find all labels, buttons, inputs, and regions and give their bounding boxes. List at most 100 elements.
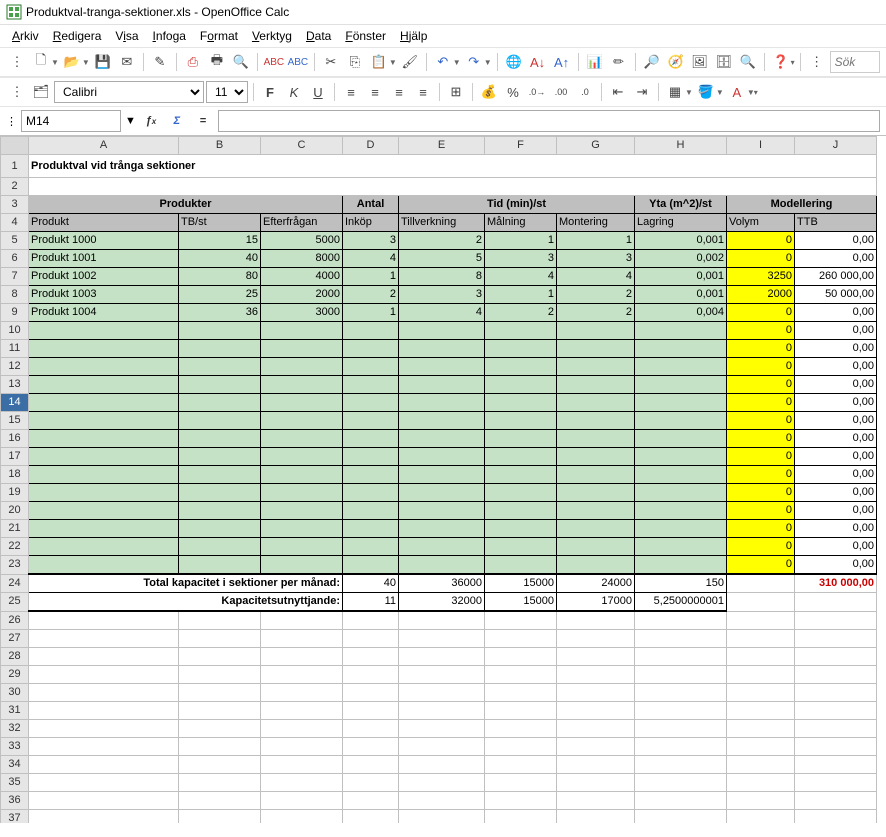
cell[interactable] — [557, 484, 635, 502]
copy-button[interactable]: ⎘ — [344, 51, 366, 73]
cell[interactable] — [343, 520, 399, 538]
cell[interactable] — [399, 737, 485, 755]
cell[interactable]: 0 — [727, 412, 795, 430]
cell[interactable] — [635, 556, 727, 575]
cell[interactable] — [343, 791, 399, 809]
cell[interactable]: 3 — [343, 232, 399, 250]
print-preview-button[interactable]: 🔍 — [230, 51, 252, 73]
menu-format[interactable]: Format — [194, 27, 244, 45]
row-header[interactable]: 4 — [1, 214, 29, 232]
cell[interactable]: 0 — [727, 466, 795, 484]
cell[interactable] — [635, 683, 727, 701]
spellcheck-button[interactable]: ABC — [263, 51, 285, 73]
cell[interactable] — [399, 791, 485, 809]
cell[interactable] — [485, 737, 557, 755]
cell[interactable] — [179, 502, 261, 520]
cell[interactable] — [795, 791, 877, 809]
cell[interactable] — [635, 520, 727, 538]
cell[interactable] — [795, 629, 877, 647]
remove-decimal-button[interactable]: .00 — [550, 81, 572, 103]
cell[interactable] — [399, 430, 485, 448]
sub-header[interactable]: Tillverkning — [399, 214, 485, 232]
cell[interactable]: 0 — [727, 304, 795, 322]
cell[interactable] — [261, 448, 343, 466]
sub-header[interactable]: TTB — [795, 214, 877, 232]
cell[interactable] — [635, 466, 727, 484]
sub-header[interactable]: Produkt — [29, 214, 179, 232]
cell[interactable] — [485, 340, 557, 358]
cell[interactable] — [635, 665, 727, 683]
cell[interactable] — [557, 466, 635, 484]
row-header[interactable]: 15 — [1, 412, 29, 430]
cell[interactable] — [29, 322, 179, 340]
row-header[interactable]: 3 — [1, 196, 29, 214]
cell[interactable] — [485, 430, 557, 448]
cell[interactable]: 36000 — [399, 574, 485, 593]
cell[interactable] — [261, 755, 343, 773]
cell[interactable] — [179, 647, 261, 665]
cell[interactable]: 8000 — [261, 250, 343, 268]
cell[interactable] — [261, 683, 343, 701]
cell[interactable] — [179, 683, 261, 701]
cell[interactable]: Produkt 1003 — [29, 286, 179, 304]
cell[interactable]: 0,004 — [635, 304, 727, 322]
cell[interactable]: Produkt 1002 — [29, 268, 179, 286]
cell[interactable] — [795, 593, 877, 612]
cell[interactable] — [557, 376, 635, 394]
cell[interactable] — [179, 466, 261, 484]
cell[interactable] — [399, 647, 485, 665]
cell[interactable] — [557, 683, 635, 701]
cell[interactable]: 0,001 — [635, 286, 727, 304]
bold-button[interactable]: F — [259, 81, 281, 103]
add-decimal-button[interactable]: .0→ — [526, 81, 548, 103]
cell[interactable] — [399, 755, 485, 773]
sub-header[interactable]: Målning — [485, 214, 557, 232]
cell[interactable]: 3 — [399, 286, 485, 304]
cell[interactable] — [485, 448, 557, 466]
cell[interactable]: 0 — [727, 358, 795, 376]
cell[interactable]: 0,00 — [795, 484, 877, 502]
align-center-button[interactable]: ≡ — [364, 81, 386, 103]
cell[interactable] — [29, 755, 179, 773]
cell[interactable] — [399, 502, 485, 520]
cell[interactable] — [557, 629, 635, 647]
util-label[interactable]: Kapacitetsutnyttjande: — [29, 593, 343, 612]
save-button[interactable]: 💾 — [92, 51, 114, 73]
cell[interactable]: 2000 — [261, 286, 343, 304]
cell[interactable]: 3250 — [727, 268, 795, 286]
sort-desc-button[interactable]: A↑ — [551, 51, 573, 73]
cell[interactable] — [485, 556, 557, 575]
cell[interactable] — [261, 719, 343, 737]
toolbar-overflow[interactable]: ▾ — [754, 88, 758, 97]
gallery-button[interactable]: 🖼 — [689, 51, 711, 73]
align-right-button[interactable]: ≡ — [388, 81, 410, 103]
row-header[interactable]: 35 — [1, 773, 29, 791]
col-header[interactable]: I — [727, 137, 795, 155]
menu-infoga[interactable]: Infoga — [147, 27, 192, 45]
cell[interactable] — [343, 647, 399, 665]
cell[interactable] — [261, 394, 343, 412]
cell[interactable] — [635, 502, 727, 520]
cell[interactable] — [399, 611, 485, 629]
cell[interactable] — [557, 755, 635, 773]
cell[interactable]: Produkt 1004 — [29, 304, 179, 322]
cell[interactable] — [485, 683, 557, 701]
cell[interactable]: 11 — [343, 593, 399, 612]
cell[interactable] — [635, 629, 727, 647]
cell[interactable] — [635, 755, 727, 773]
col-header[interactable]: B — [179, 137, 261, 155]
font-color-button[interactable]: A — [726, 81, 748, 103]
cell[interactable] — [343, 412, 399, 430]
cell[interactable] — [635, 358, 727, 376]
cell[interactable]: 0,00 — [795, 322, 877, 340]
cell[interactable]: 4 — [399, 304, 485, 322]
cell[interactable] — [795, 719, 877, 737]
cell[interactable] — [557, 412, 635, 430]
cell[interactable] — [343, 538, 399, 556]
align-justify-button[interactable]: ≡ — [412, 81, 434, 103]
hyperlink-button[interactable]: 🌐 — [503, 51, 525, 73]
cell[interactable]: 260 000,00 — [795, 268, 877, 286]
cell[interactable]: 0,00 — [795, 250, 877, 268]
cell[interactable]: 2 — [557, 286, 635, 304]
cell[interactable] — [261, 502, 343, 520]
